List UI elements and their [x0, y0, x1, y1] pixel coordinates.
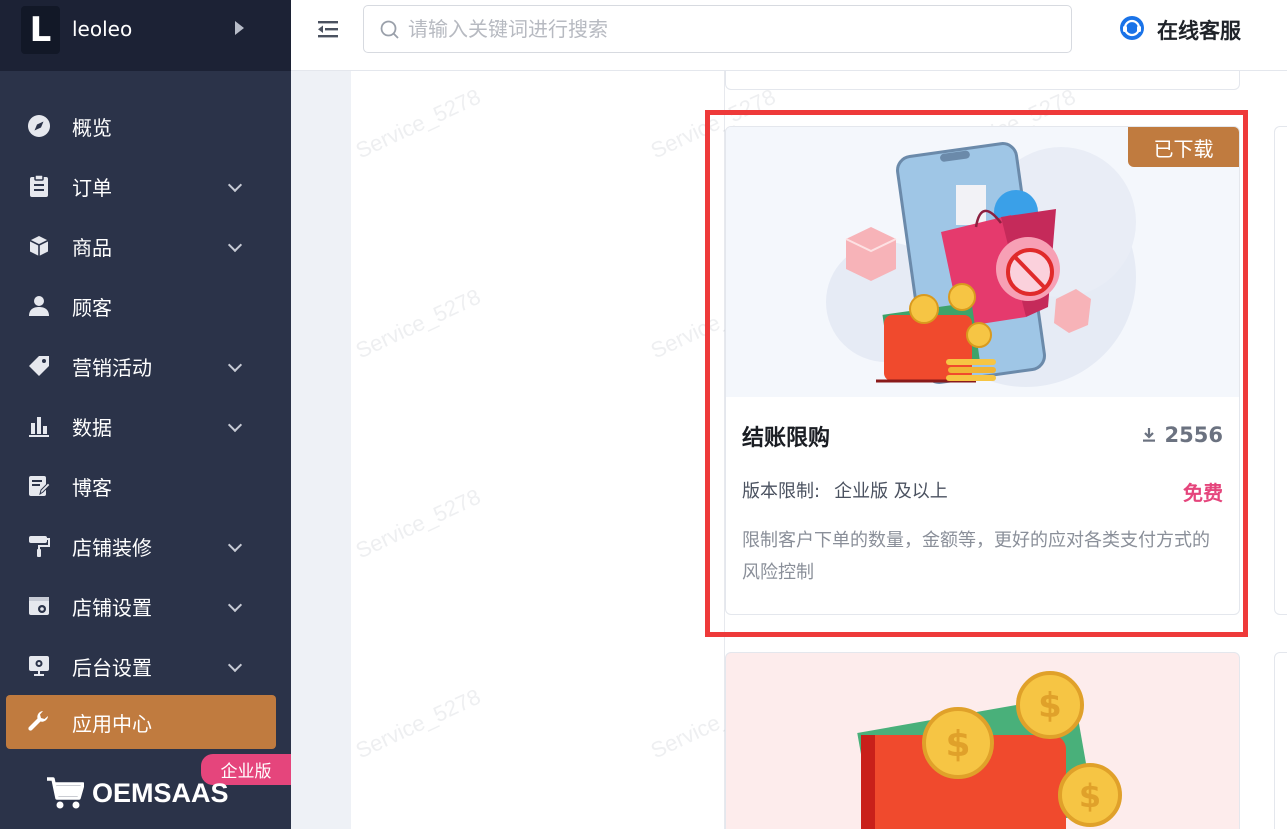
sidebar-item-products[interactable]: 商品	[0, 216, 291, 276]
sidebar-item-store-design[interactable]: 店铺装修	[0, 516, 291, 576]
version-value: 企业版 及以上	[834, 481, 948, 502]
user-icon	[27, 294, 51, 318]
chevron-down-icon	[227, 357, 243, 373]
app-card-checkout-limit[interactable]: 已下载 结账限购 2556 版本限制: 企业版 及以上 免费 限制客户下单的数量，…	[725, 126, 1240, 615]
sidebar-item-orders[interactable]: 订单	[0, 156, 291, 216]
sidebar-item-label: 后台设置	[72, 655, 152, 680]
version-requirement: 版本限制: 企业版 及以上	[742, 477, 948, 503]
download-icon	[1142, 428, 1155, 442]
sidebar-item-label: 应用中心	[72, 711, 152, 736]
next-column-app-card[interactable]	[1274, 126, 1287, 615]
svg-text:$: $	[945, 724, 970, 765]
store-switch-arrow-icon[interactable]	[235, 21, 244, 35]
app-illustration	[726, 127, 1239, 397]
cart-icon	[47, 777, 84, 809]
sidebar-item-label: 营销活动	[72, 355, 152, 380]
chevron-down-icon	[227, 657, 243, 673]
svg-text:$: $	[1038, 686, 1062, 726]
chevron-down-icon	[227, 537, 243, 553]
sidebar-item-label: 顾客	[72, 295, 112, 320]
app-card-next[interactable]: $ $ $	[725, 652, 1240, 829]
collapse-menu-icon[interactable]	[316, 18, 340, 40]
sidebar: L leoleo 概览 订单 商品 顾客 营销活动 数据 博客 店铺装修 店铺设…	[0, 0, 291, 829]
svg-text:$: $	[1079, 777, 1101, 815]
sidebar-footer: 企业版 OEMSAAS	[0, 754, 291, 829]
app-description: 限制客户下单的数量，金额等，更好的应对各类支付方式的风险控制	[742, 530, 1210, 583]
sidebar-item-store-settings[interactable]: 店铺设置	[0, 576, 291, 636]
sidebar-item-marketing[interactable]: 营销活动	[0, 336, 291, 396]
clipboard-icon	[27, 174, 51, 198]
sidebar-item-blog[interactable]: 博客	[0, 456, 291, 516]
app-price: 免费	[1183, 481, 1223, 505]
online-support-label: 在线客服	[1157, 19, 1241, 43]
search-input[interactable]	[408, 14, 1048, 44]
chevron-down-icon	[227, 177, 243, 193]
sidebar-item-label: 店铺设置	[72, 595, 152, 620]
edit-note-icon	[27, 474, 51, 498]
compass-icon	[27, 114, 51, 138]
sidebar-item-admin-settings[interactable]: 后台设置	[0, 636, 291, 696]
store-gear-icon	[27, 594, 51, 618]
sidebar-item-label: 订单	[72, 175, 112, 200]
headset-icon	[1119, 15, 1145, 45]
brand-logo: OEMSAAS	[46, 776, 229, 810]
version-label: 版本限制:	[742, 481, 821, 502]
sidebar-item-data[interactable]: 数据	[0, 396, 291, 456]
bar-chart-icon	[27, 414, 51, 438]
app-title: 结账限购	[742, 426, 831, 451]
previous-app-card[interactable]	[725, 71, 1240, 90]
sidebar-item-app-center[interactable]: 应用中心	[6, 695, 276, 749]
paint-roller-icon	[27, 534, 51, 558]
sidebar-item-label: 商品	[72, 235, 112, 260]
brand-name: OEMSAAS	[92, 777, 229, 808]
chevron-down-icon	[227, 237, 243, 253]
search-box	[363, 5, 1072, 53]
download-count: 2556	[1141, 423, 1223, 447]
topbar: 在线客服	[291, 0, 1287, 71]
online-support-button[interactable]: 在线客服	[1119, 15, 1241, 45]
store-name[interactable]: leoleo	[72, 17, 132, 41]
sidebar-item-label: 博客	[72, 475, 112, 500]
download-count-value: 2556	[1164, 423, 1223, 447]
wrench-icon	[27, 710, 51, 734]
search-icon	[379, 19, 401, 45]
sidebar-item-overview[interactable]: 概览	[0, 96, 291, 156]
sidebar-item-label: 数据	[72, 415, 112, 440]
cube-icon	[27, 234, 51, 258]
app-illustration: $ $ $	[857, 671, 1122, 829]
store-logo: L	[21, 6, 60, 54]
tag-icon	[27, 354, 51, 378]
cards-layer: 已下载 结账限购 2556 版本限制: 企业版 及以上 免费 限制客户下单的数量，…	[291, 71, 1287, 829]
next-column-app-card[interactable]	[1274, 652, 1287, 829]
chevron-down-icon	[227, 417, 243, 433]
sidebar-header: L leoleo	[0, 0, 291, 71]
monitor-gear-icon	[27, 654, 51, 678]
sidebar-item-label: 概览	[72, 115, 112, 140]
sidebar-item-customers[interactable]: 顾客	[0, 276, 291, 336]
downloaded-tag: 已下载	[1128, 127, 1239, 167]
sidebar-item-label: 店铺装修	[72, 535, 152, 560]
chevron-down-icon	[227, 597, 243, 613]
